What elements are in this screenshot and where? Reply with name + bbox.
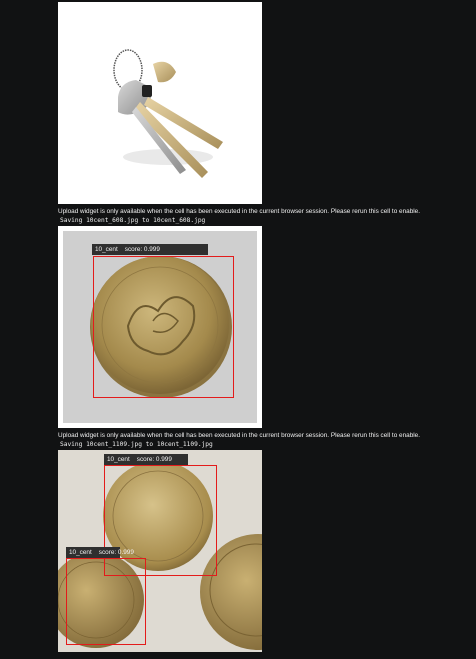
detection-score: score: 0.999	[124, 246, 160, 253]
detection-class: 10_cent	[95, 246, 118, 253]
detection-box	[66, 558, 146, 645]
upload-widget-notice: Upload widget is only available when the…	[58, 432, 420, 439]
detection-class: 10_cent	[69, 549, 92, 556]
saving-file-message: Saving 10cent_1109.jpg to 10cent_1109.jp…	[60, 441, 213, 448]
detection-box	[93, 256, 234, 398]
keys-picture	[58, 2, 262, 204]
upload-widget-notice: Upload widget is only available when the…	[58, 208, 420, 215]
detection-class: 10_cent	[107, 456, 130, 463]
uploaded-image-keys	[58, 2, 262, 204]
detection-label: 10_cent score: 0.999	[66, 547, 134, 558]
detection-score: score: 0.999	[98, 549, 134, 556]
detection-label: 10_cent score: 0.999	[92, 244, 208, 255]
detection-score: score: 0.999	[136, 456, 172, 463]
detection-label: 10_cent score: 0.999	[104, 454, 188, 465]
saving-file-message: Saving 10cent_608.jpg to 10cent_608.jpg	[60, 217, 206, 224]
